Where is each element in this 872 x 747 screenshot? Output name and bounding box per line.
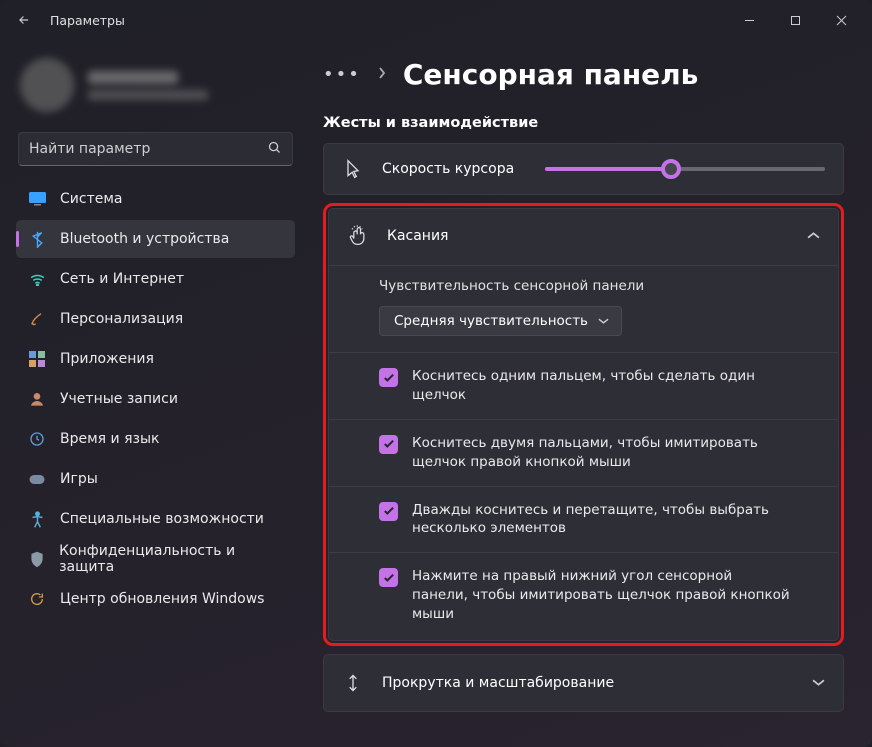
sidebar-item-label: Персонализация [60, 311, 183, 327]
wifi-icon [28, 270, 46, 288]
user-block[interactable] [10, 50, 301, 126]
user-icon [28, 390, 46, 408]
tap-icon [347, 225, 369, 247]
search-placeholder: Найти параметр [29, 141, 267, 157]
cursor-speed-card: Скорость курсора [323, 143, 844, 195]
chevron-up-icon [807, 228, 820, 244]
sidebar-item-label: Специальные возможности [60, 511, 264, 527]
sidebar-item-system[interactable]: Система [16, 180, 295, 218]
section-label: Жесты и взаимодействие [323, 115, 844, 131]
search-icon [267, 140, 282, 159]
cursor-icon [342, 159, 364, 179]
maximize-button[interactable] [772, 4, 818, 36]
search-input[interactable]: Найти параметр [18, 132, 293, 166]
tap-option-label: Коснитесь одним пальцем, чтобы сделать о… [412, 367, 792, 405]
tap-option-label: Дважды коснитесь и перетащите, чтобы выб… [412, 501, 792, 539]
scroll-card: Прокрутка и масштабирование [323, 654, 844, 712]
window-title: Параметры [50, 13, 125, 28]
sidebar-item-label: Время и язык [60, 431, 159, 447]
breadcrumb: ••• Сенсорная панель [323, 58, 844, 91]
tap-option-checkbox[interactable] [379, 502, 398, 521]
chevron-down-icon [598, 313, 609, 329]
taps-expander-header[interactable]: Касания [329, 209, 838, 263]
sensitivity-select[interactable]: Средняя чувствительность [379, 306, 622, 336]
scroll-icon [342, 673, 364, 693]
sidebar-item-accessibility[interactable]: Специальные возможности [16, 500, 295, 538]
gamepad-icon [28, 470, 46, 488]
sidebar-item-label: Система [60, 191, 122, 207]
sidebar-item-bluetooth[interactable]: Bluetooth и устройства [16, 220, 295, 258]
sidebar-item-accounts[interactable]: Учетные записи [16, 380, 295, 418]
clock-icon [28, 430, 46, 448]
cursor-speed-slider[interactable] [545, 167, 825, 171]
brush-icon [28, 310, 46, 328]
minimize-button[interactable] [726, 4, 772, 36]
tap-option-checkbox[interactable] [379, 568, 398, 587]
tap-option-row: Нажмите на правый нижний угол сенсорной … [329, 552, 838, 638]
main: ••• Сенсорная панель Жесты и взаимодейст… [305, 40, 872, 747]
tap-option-checkbox[interactable] [379, 435, 398, 454]
sensitivity-value: Средняя чувствительность [394, 313, 588, 329]
tap-option-row: Коснитесь двумя пальцами, чтобы имитиров… [329, 419, 838, 486]
taps-highlight: Касания Чувствительность сенсорной панел… [323, 203, 844, 646]
sidebar-item-label: Конфиденциальность и защита [59, 543, 283, 575]
sidebar-item-label: Приложения [60, 351, 154, 367]
breadcrumb-more[interactable]: ••• [323, 64, 361, 85]
tap-option-row: Дважды коснитесь и перетащите, чтобы выб… [329, 486, 838, 553]
shield-icon [28, 550, 45, 568]
titlebar: Параметры [0, 0, 872, 40]
scroll-label: Прокрутка и масштабирование [382, 675, 794, 691]
sidebar-item-apps[interactable]: Приложения [16, 340, 295, 378]
user-name [88, 71, 178, 84]
sidebar-item-privacy[interactable]: Конфиденциальность и защита [16, 540, 295, 578]
nav: Система Bluetooth и устройства Сеть и Ин… [10, 180, 301, 618]
chevron-right-icon [377, 67, 387, 83]
sidebar: Найти параметр Система Bluetooth и устро… [0, 40, 305, 747]
cursor-speed-label: Скорость курсора [382, 161, 527, 177]
sidebar-item-label: Игры [60, 471, 98, 487]
sidebar-item-label: Сеть и Интернет [60, 271, 184, 287]
avatar [20, 58, 74, 112]
sidebar-item-label: Bluetooth и устройства [60, 231, 229, 247]
sidebar-item-label: Центр обновления Windows [60, 591, 264, 607]
sensitivity-block: Чувствительность сенсорной панели Средня… [329, 265, 838, 352]
back-button[interactable] [8, 4, 40, 36]
monitor-icon [28, 190, 46, 208]
bluetooth-icon [28, 230, 46, 248]
taps-expander-body: Чувствительность сенсорной панели Средня… [329, 263, 838, 640]
sidebar-item-update[interactable]: Центр обновления Windows [16, 580, 295, 618]
page-title: Сенсорная панель [403, 58, 699, 91]
user-email [88, 90, 208, 100]
tap-option-row: Коснитесь одним пальцем, чтобы сделать о… [329, 352, 838, 419]
tap-option-checkbox[interactable] [379, 368, 398, 387]
sidebar-item-time[interactable]: Время и язык [16, 420, 295, 458]
tap-option-label: Коснитесь двумя пальцами, чтобы имитиров… [412, 434, 792, 472]
scroll-expander-header[interactable]: Прокрутка и масштабирование [324, 655, 843, 711]
sidebar-item-label: Учетные записи [60, 391, 178, 407]
sidebar-item-personalization[interactable]: Персонализация [16, 300, 295, 338]
sidebar-item-network[interactable]: Сеть и Интернет [16, 260, 295, 298]
update-icon [28, 590, 46, 608]
taps-header-label: Касания [387, 228, 789, 244]
sidebar-item-gaming[interactable]: Игры [16, 460, 295, 498]
accessibility-icon [28, 510, 46, 528]
tap-option-label: Нажмите на правый нижний угол сенсорной … [412, 567, 792, 624]
apps-icon [28, 350, 46, 368]
sensitivity-label: Чувствительность сенсорной панели [379, 278, 818, 294]
close-button[interactable] [818, 4, 864, 36]
chevron-down-icon [812, 675, 825, 691]
